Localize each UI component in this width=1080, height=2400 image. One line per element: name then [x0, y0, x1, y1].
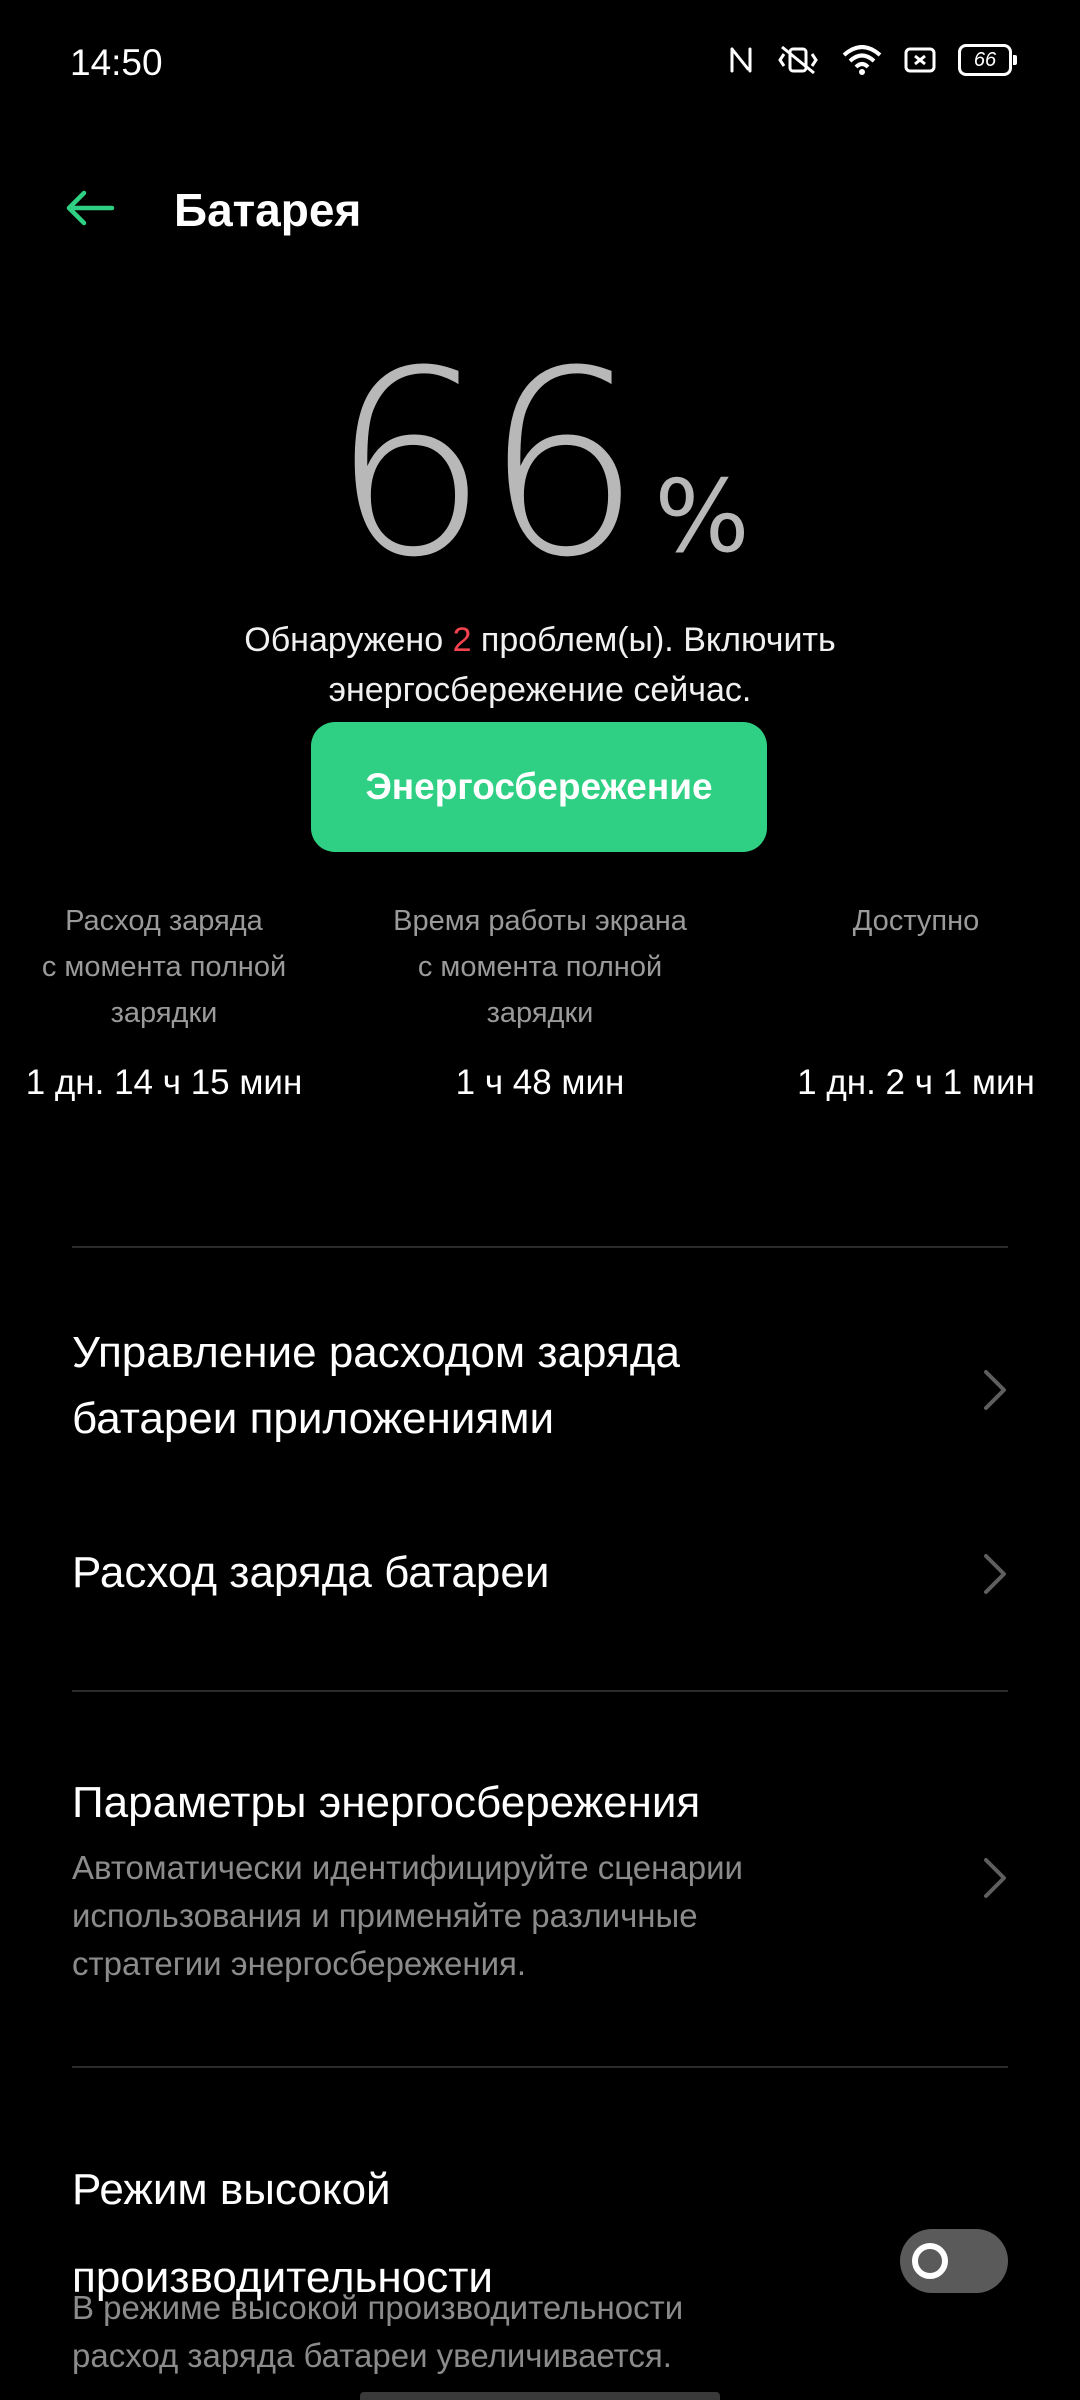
status-icons: 66	[728, 44, 1017, 76]
chevron-right-icon	[984, 1554, 1006, 1594]
issues-suffix: проблем(ы). Включить	[471, 621, 836, 659]
menu-subtitle-line: расход заряда батареи увеличивается.	[72, 2337, 672, 2374]
stat-label: Расход заряда с момента полной зарядки	[0, 898, 344, 1036]
stat-label-line: зарядки	[110, 997, 218, 1029]
menu-title: Управление расходом заряда батареи прило…	[72, 1320, 832, 1452]
stat-label-line: Время работы экрана	[393, 905, 687, 937]
menu-subtitle-line: использования и применяйте различные	[72, 1897, 698, 1934]
stat-label-line: Доступно	[852, 905, 980, 937]
stat-label-line: с момента полной	[41, 951, 287, 983]
battery-usage-item[interactable]: Расход заряда батареи	[0, 1540, 1080, 1606]
back-button[interactable]	[60, 180, 120, 240]
divider	[72, 1246, 1008, 1248]
menu-subtitle: Автоматически идентифицируйте сценарии и…	[72, 1844, 872, 1988]
chevron-right-icon	[984, 1858, 1006, 1898]
battery-stats: Расход заряда с момента полной зарядки 1…	[0, 898, 1080, 1118]
home-indicator[interactable]	[360, 2392, 720, 2400]
nfc-icon	[728, 45, 754, 75]
page-title: Батарея	[174, 184, 362, 236]
vibrate-icon	[776, 45, 820, 75]
issues-prefix: Обнаружено	[244, 621, 453, 659]
divider	[72, 2066, 1008, 2068]
battery-percent-value: 66	[330, 316, 642, 613]
power-saving-button[interactable]: Энергосбережение	[311, 722, 767, 852]
power-saving-settings-item[interactable]: Параметры энергосбережения Автоматически…	[0, 1770, 1080, 1990]
sim-icon	[904, 45, 936, 75]
high-performance-toggle[interactable]	[900, 2229, 1008, 2293]
menu-subtitle-line: Автоматически идентифицируйте сценарии	[72, 1849, 743, 1886]
battery-percent-display: 66%	[0, 316, 1080, 613]
stat-label: Время работы экрана с момента полной зар…	[360, 898, 720, 1036]
stat-label-line: зарядки	[486, 997, 594, 1029]
menu-subtitle-line: стратегии энергосбережения.	[72, 1945, 527, 1982]
menu-title: Расход заряда батареи	[72, 1548, 550, 1597]
battery-settings-screen: 14:50 66 Батарея 66% Обнаружено 2 пробле…	[0, 0, 1080, 2400]
stat-label-line: Расход заряда	[65, 905, 263, 937]
issues-line-1: Обнаружено 2 проблем(ы). Включить	[0, 615, 1080, 665]
app-bar: Батарея	[0, 160, 1080, 260]
stat-label: Доступно	[736, 898, 1080, 944]
menu-title: Параметры энергосбережения	[72, 1778, 701, 1827]
menu-title-line: батареи приложениями	[72, 1394, 555, 1443]
issues-message: Обнаружено 2 проблем(ы). Включить энерго…	[0, 615, 1080, 715]
app-battery-management-item[interactable]: Управление расходом заряда батареи прило…	[0, 1320, 1080, 1460]
battery-icon: 66	[958, 44, 1017, 76]
menu-subtitle: В режиме высокой производительности расх…	[72, 2284, 872, 2380]
issues-count: 2	[452, 621, 472, 659]
status-bar: 14:50 66	[0, 0, 1080, 130]
stat-screen-time: Время работы экрана с момента полной зар…	[360, 898, 720, 1102]
menu-subtitle-line: В режиме высокой производительности	[72, 2289, 684, 2326]
wifi-icon	[842, 45, 882, 75]
toggle-knob	[912, 2243, 948, 2279]
menu-title-line: Управление расходом заряда	[72, 1328, 680, 1377]
stat-remaining: Доступно 1 дн. 2 ч 1 мин	[736, 898, 1080, 1102]
back-arrow-icon	[64, 188, 116, 233]
issues-line-2: энергосбережение сейчас.	[328, 671, 752, 709]
stat-value: 1 ч 48 мин	[455, 1063, 625, 1102]
menu-title-line: Режим высокой	[72, 2165, 391, 2214]
chevron-right-icon	[984, 1370, 1006, 1410]
stat-label-line: с момента полной	[417, 951, 663, 983]
stat-usage-since-charge: Расход заряда с момента полной зарядки 1…	[0, 898, 344, 1102]
battery-percent-sign: %	[654, 458, 750, 575]
status-time: 14:50	[70, 42, 163, 83]
stat-value: 1 дн. 2 ч 1 мин	[797, 1063, 1035, 1102]
high-performance-mode-item: Режим высокой производительности В режим…	[0, 2146, 1080, 2400]
divider	[72, 1690, 1008, 1692]
